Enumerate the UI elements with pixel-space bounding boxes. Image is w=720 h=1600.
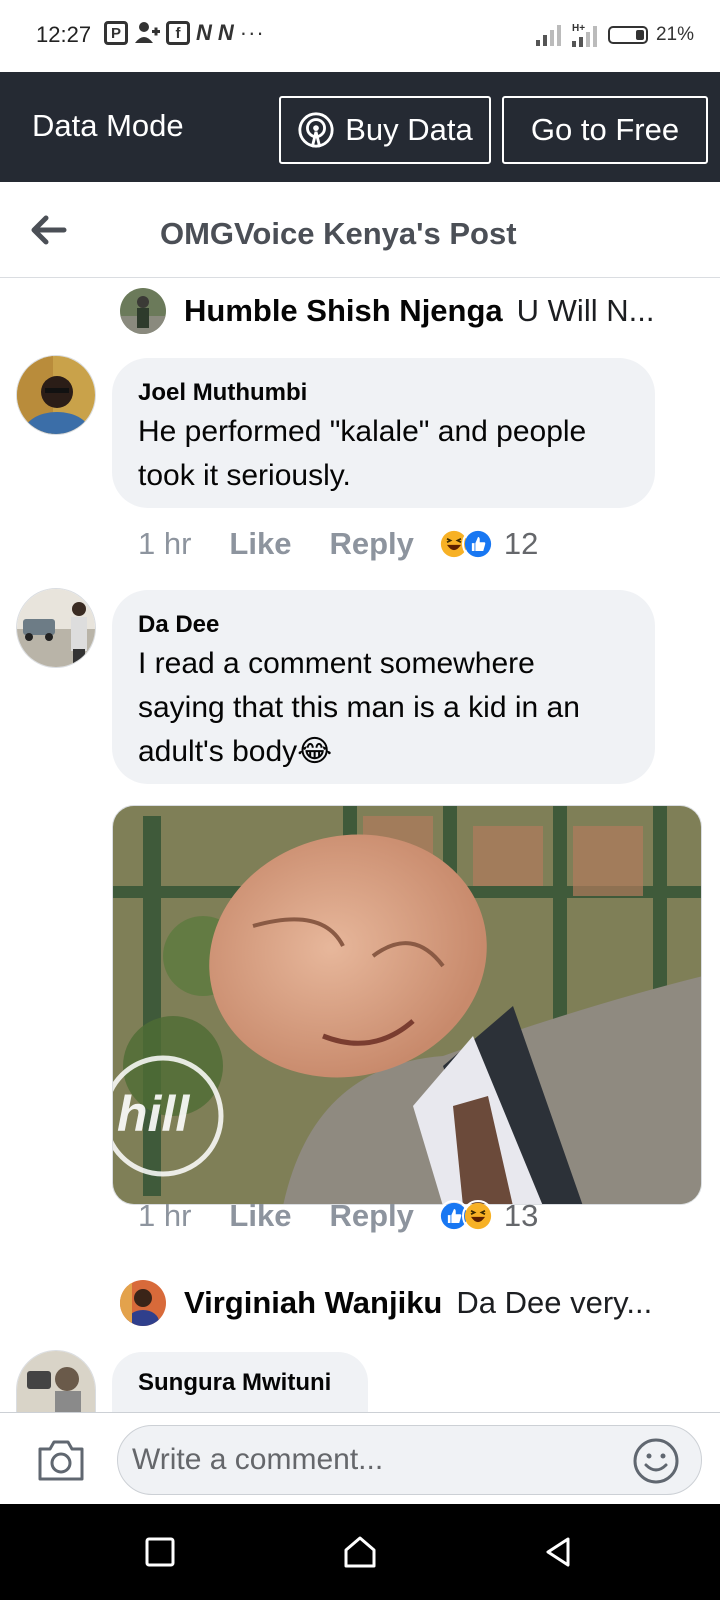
parking-icon: P — [104, 21, 128, 45]
reply-snippet: U Will N... — [516, 293, 655, 328]
battery-icon — [607, 26, 648, 44]
avatar[interactable] — [120, 288, 166, 334]
post-header: OMGVoice Kenya's Post — [0, 182, 720, 278]
comment-bubble[interactable]: Sungura Mwituni — [112, 1352, 368, 1412]
status-bar: 12:27 P f N N ··· H+ 21% — [0, 0, 720, 72]
data-mode-bar: Data Mode Buy Data Go to Free — [0, 72, 720, 182]
comment-time[interactable]: 1 hr — [138, 1198, 191, 1234]
comment-line: took it seriously. — [138, 459, 351, 492]
photo-image: hill — [113, 806, 701, 1204]
comment-photo[interactable]: hill — [112, 805, 702, 1205]
tears-of-joy-emoji: 😂 — [297, 735, 333, 768]
reaction-summary[interactable]: 13 — [437, 1198, 539, 1234]
comment-line: He performed "kalale" and people — [138, 415, 587, 448]
signal-icon — [535, 25, 561, 46]
reaction-count: 12 — [503, 526, 539, 561]
more-notifications-icon: ··· — [239, 20, 265, 45]
comment-author[interactable]: Da Dee — [138, 608, 627, 642]
n-icon: N — [217, 20, 234, 45]
add-person-icon — [135, 22, 160, 43]
signal-hplus-icon: H+ — [571, 23, 597, 47]
reaction-summary[interactable]: 12 — [437, 526, 539, 562]
page-title: OMGVoice Kenya's Post — [160, 216, 517, 251]
reaction-count: 13 — [503, 1198, 539, 1233]
comment-actions: 1 hr Like Reply 12 — [138, 526, 538, 562]
comment-bubble[interactable]: Joel Muthumbi He performed "kalale" and … — [112, 358, 655, 508]
system-nav-bar — [0, 1504, 720, 1600]
avatar[interactable] — [16, 355, 96, 435]
battery-percent: 21% — [655, 24, 694, 45]
comment-line: saying that this man is a kid in an — [138, 691, 580, 724]
reply-button[interactable]: Reply — [329, 526, 413, 562]
data-mode-label: Data Mode — [32, 108, 184, 143]
notification-icons: P f N N ··· — [104, 21, 265, 45]
comment-bubble[interactable]: Da Dee I read a comment somewhere saying… — [112, 590, 655, 784]
reply-author[interactable]: Humble Shish Njenga — [184, 293, 503, 329]
go-to-free-label: Go to Free — [530, 112, 680, 147]
system-icons: H+ 21% — [535, 22, 694, 48]
buy-data-label: Buy Data — [345, 112, 473, 147]
go-to-free-button[interactable]: Go to Free — [502, 96, 708, 164]
comment-author[interactable]: Sungura Mwituni — [138, 1366, 340, 1400]
reply-author[interactable]: Virginiah Wanjiku — [184, 1285, 442, 1321]
reply-button[interactable]: Reply — [329, 1198, 413, 1234]
buy-data-button[interactable]: Buy Data — [279, 96, 491, 164]
like-button[interactable]: Like — [229, 1198, 291, 1234]
like-button[interactable]: Like — [229, 526, 291, 562]
comment-line-last: adult's body😂 — [138, 730, 627, 774]
back-arrow-icon[interactable] — [26, 208, 70, 252]
comment-composer — [0, 1412, 720, 1504]
emoji-picker-icon[interactable] — [632, 1437, 680, 1485]
back-triangle-icon[interactable] — [540, 1534, 576, 1570]
reply-preview[interactable]: Virginiah Wanjiku Da Dee very... — [120, 1280, 652, 1326]
comment-actions: 1 hr Like Reply 13 — [138, 1198, 538, 1234]
svg-text:hill: hill — [117, 1086, 190, 1142]
avatar[interactable] — [16, 1350, 96, 1412]
home-icon[interactable] — [342, 1534, 378, 1570]
n-icon: N — [196, 20, 212, 45]
comment-line: I read a comment somewhere — [138, 647, 535, 680]
haha-reaction-icon — [461, 1200, 494, 1232]
comment-author[interactable]: Joel Muthumbi — [138, 376, 627, 410]
status-time: 12:27 — [36, 22, 92, 47]
reply-snippet: Da Dee very... — [456, 1285, 653, 1320]
comment-time[interactable]: 1 hr — [138, 526, 191, 562]
avatar[interactable] — [120, 1280, 166, 1326]
svg-text:H+: H+ — [572, 23, 585, 34]
avatar[interactable] — [16, 588, 96, 668]
camera-icon[interactable] — [36, 1437, 86, 1483]
comment-line: adult's body — [138, 735, 298, 768]
reply-preview[interactable]: Humble Shish Njenga U Will N... — [120, 288, 654, 334]
recents-square-icon[interactable] — [142, 1534, 178, 1570]
facebook-icon: f — [166, 21, 190, 45]
broadcast-icon — [298, 112, 334, 148]
comment-input[interactable] — [117, 1425, 702, 1495]
like-reaction-icon — [461, 528, 494, 560]
